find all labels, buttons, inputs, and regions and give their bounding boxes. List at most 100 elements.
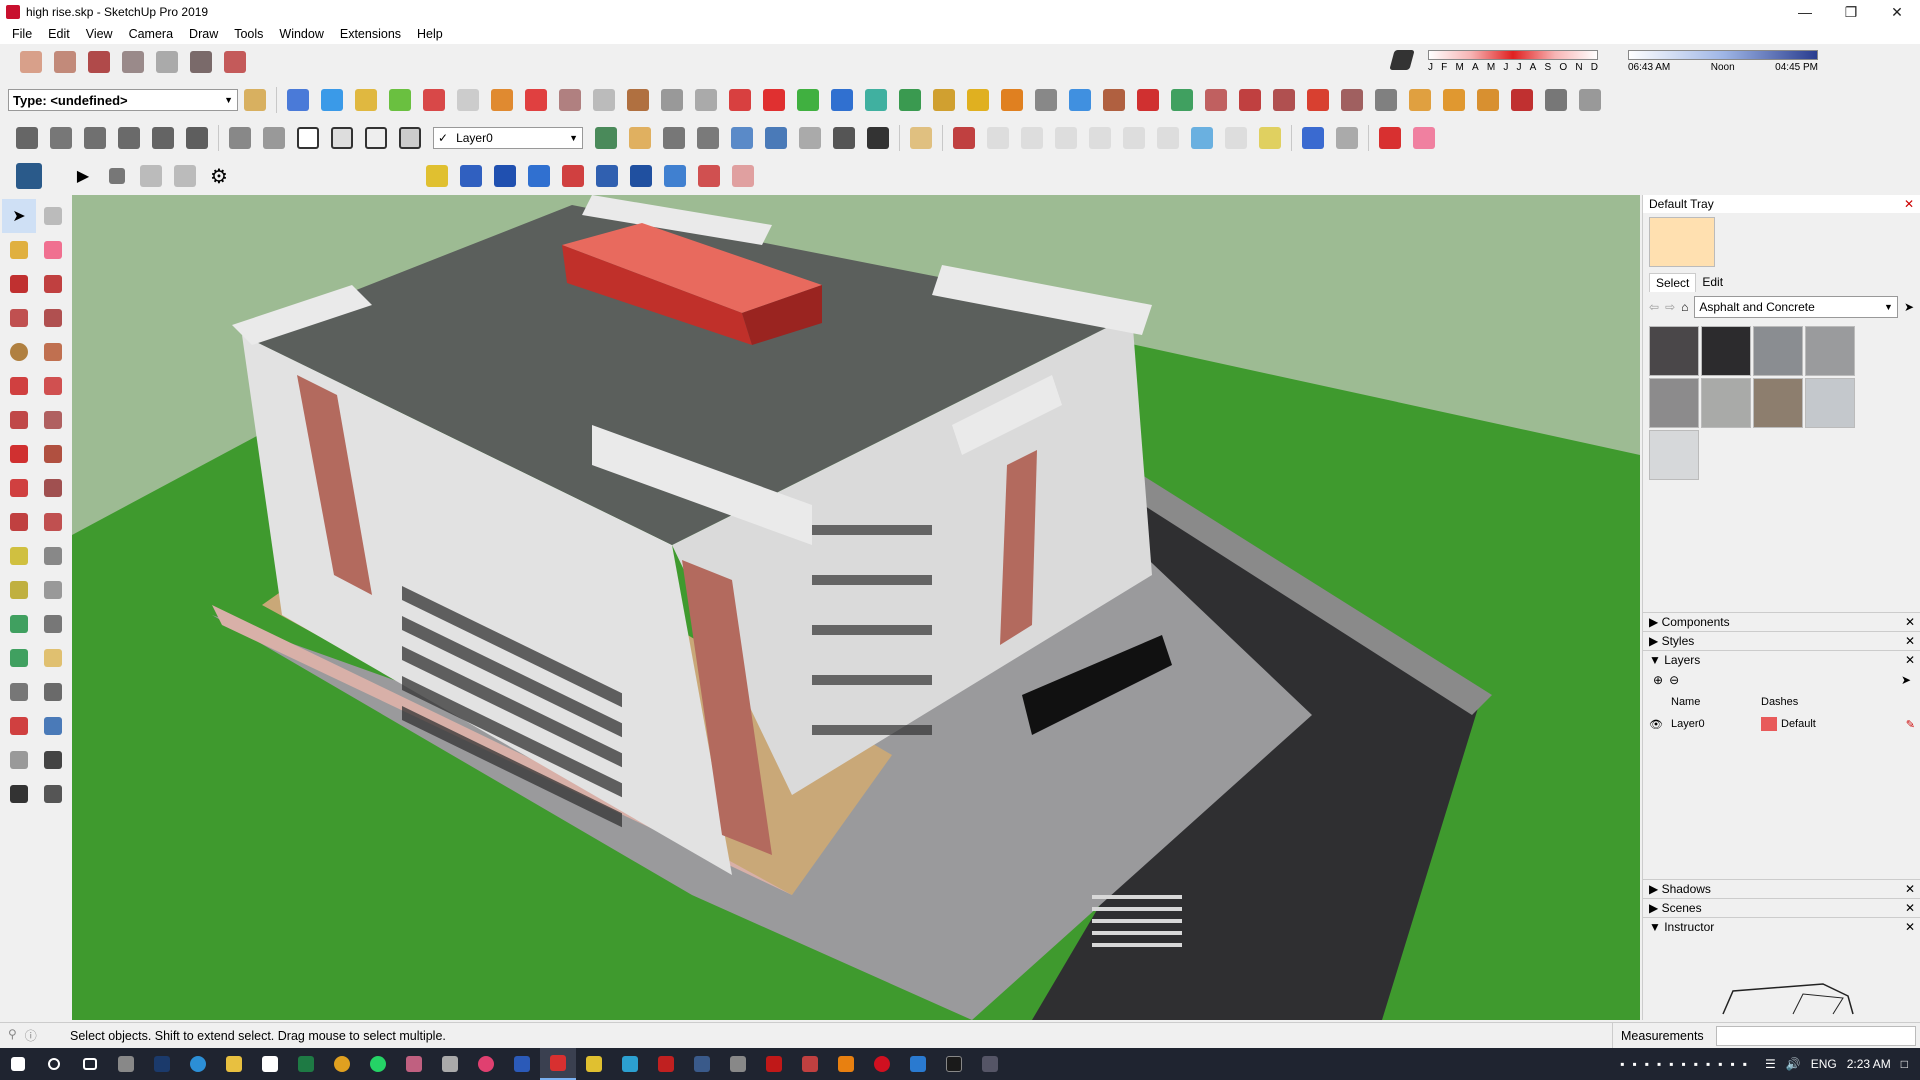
- tool-b-button[interactable]: [317, 85, 347, 115]
- xray-button[interactable]: [225, 123, 255, 153]
- menu-edit[interactable]: Edit: [40, 27, 78, 41]
- taskbar-app-sketchup[interactable]: [540, 1048, 576, 1080]
- freehand-tool[interactable]: [36, 267, 70, 301]
- language-indicator[interactable]: ENG: [1811, 1057, 1837, 1071]
- ext-e-button[interactable]: [558, 161, 588, 191]
- share-model-button[interactable]: [50, 47, 80, 77]
- forward-arrow-icon[interactable]: ⇨: [1665, 300, 1675, 314]
- material-swatch[interactable]: [1649, 378, 1699, 428]
- tool-p-button[interactable]: [793, 85, 823, 115]
- material-swatch[interactable]: [1753, 326, 1803, 376]
- tool-al-button[interactable]: [1541, 85, 1571, 115]
- tool-o-button[interactable]: [759, 85, 789, 115]
- shape-l-button[interactable]: [1375, 123, 1405, 153]
- tool-ae-button[interactable]: [1303, 85, 1333, 115]
- tool-k-button[interactable]: [623, 85, 653, 115]
- shape-d-button[interactable]: [1085, 123, 1115, 153]
- tool-j-button[interactable]: [589, 85, 619, 115]
- tool-w-button[interactable]: [1031, 85, 1061, 115]
- previous-tool[interactable]: [36, 709, 70, 743]
- tool-e-button[interactable]: [419, 85, 449, 115]
- menu-help[interactable]: Help: [409, 27, 451, 41]
- panel-shadows[interactable]: ▶ Shadows ✕: [1643, 879, 1920, 898]
- minimize-button[interactable]: —: [1782, 0, 1828, 24]
- extension-warehouse-button[interactable]: [84, 47, 114, 77]
- zoom-window-button[interactable]: [693, 123, 723, 153]
- menu-tools[interactable]: Tools: [226, 27, 271, 41]
- classifier-button[interactable]: [240, 85, 270, 115]
- ext-g-button[interactable]: [626, 161, 656, 191]
- hidden-line-button[interactable]: [327, 123, 357, 153]
- shape-b-button[interactable]: [1017, 123, 1047, 153]
- tool-ad-button[interactable]: [1269, 85, 1299, 115]
- material-collection-dropdown[interactable]: Asphalt and Concrete ▼: [1694, 296, 1898, 318]
- delete-layer-icon[interactable]: ⊖: [1669, 673, 1679, 687]
- three-point-arc-tool[interactable]: [2, 403, 36, 437]
- position-camera-tool[interactable]: [2, 743, 36, 777]
- material-swatch[interactable]: [1649, 326, 1699, 376]
- panel-styles[interactable]: ▶ Styles ✕: [1643, 631, 1920, 650]
- ext-h-button[interactable]: [660, 161, 690, 191]
- tool-s-button[interactable]: [895, 85, 925, 115]
- eye-icon[interactable]: 👁: [1649, 718, 1671, 731]
- month-slider[interactable]: J F M A M J J A S O N D: [1428, 48, 1598, 76]
- taskbar-app-f[interactable]: [684, 1048, 720, 1080]
- taskbar-app-vlc[interactable]: [828, 1048, 864, 1080]
- shape-k-button[interactable]: [1332, 123, 1362, 153]
- make-component-tool[interactable]: [36, 199, 70, 233]
- tool-y-button[interactable]: [1099, 85, 1129, 115]
- tool-af-button[interactable]: [1337, 85, 1367, 115]
- zoom-extents-button[interactable]: [727, 123, 757, 153]
- eraser-button[interactable]: [1409, 123, 1439, 153]
- tool-t-button[interactable]: [929, 85, 959, 115]
- taskbar-app-h[interactable]: [792, 1048, 828, 1080]
- taskbar-app-c[interactable]: [468, 1048, 504, 1080]
- position-camera-button[interactable]: [795, 123, 825, 153]
- taskbar-app-autocad[interactable]: [648, 1048, 684, 1080]
- tool-u-button[interactable]: [963, 85, 993, 115]
- taskbar-app-calculator[interactable]: [108, 1048, 144, 1080]
- tool-ag-button[interactable]: [1371, 85, 1401, 115]
- tab-select[interactable]: Select: [1649, 273, 1697, 292]
- tool-f-button[interactable]: [453, 85, 483, 115]
- tool-g-button[interactable]: [487, 85, 517, 115]
- sandbox-button[interactable]: [118, 47, 148, 77]
- ext-b-button[interactable]: [456, 161, 486, 191]
- material-swatch[interactable]: [1805, 378, 1855, 428]
- tool-x-button[interactable]: [1065, 85, 1095, 115]
- geo-location-icon[interactable]: ⚲: [8, 1027, 17, 1044]
- menu-file[interactable]: File: [4, 27, 40, 41]
- close-icon[interactable]: ✕: [1904, 197, 1914, 211]
- taskbar-app-b[interactable]: [432, 1048, 468, 1080]
- notification-icon[interactable]: □: [1901, 1057, 1908, 1071]
- tool-ai-button[interactable]: [1439, 85, 1469, 115]
- shaded-button[interactable]: [361, 123, 391, 153]
- section-plane-tool[interactable]: [2, 641, 36, 675]
- 3d-viewport[interactable]: [72, 195, 1640, 1020]
- pan-button[interactable]: [625, 123, 655, 153]
- two-point-arc-tool[interactable]: [36, 369, 70, 403]
- material-swatch[interactable]: [1753, 378, 1803, 428]
- wireframe-button[interactable]: [293, 123, 323, 153]
- info-icon[interactable]: ⓘ: [25, 1027, 37, 1044]
- follow-me-tool[interactable]: [36, 471, 70, 505]
- material-swatch[interactable]: [1649, 430, 1699, 480]
- tool-ab-button[interactable]: [1201, 85, 1231, 115]
- eraser-tool[interactable]: [36, 233, 70, 267]
- material-swatch[interactable]: [1805, 326, 1855, 376]
- add-layer-icon[interactable]: ⊕: [1653, 673, 1663, 687]
- style-builder-button[interactable]: [220, 47, 250, 77]
- panel-scenes[interactable]: ▶ Scenes ✕: [1643, 898, 1920, 917]
- left-view-button[interactable]: [182, 123, 212, 153]
- time-slider[interactable]: 06:43 AM Noon 04:45 PM: [1628, 48, 1818, 76]
- taskbar-app-a[interactable]: [396, 1048, 432, 1080]
- taskbar-app-g[interactable]: [720, 1048, 756, 1080]
- tool-c-button[interactable]: [351, 85, 381, 115]
- menu-window[interactable]: Window: [271, 27, 331, 41]
- menu-draw[interactable]: Draw: [181, 27, 226, 41]
- details-arrow-icon[interactable]: ➤: [1904, 300, 1914, 314]
- rotate-tool[interactable]: [2, 471, 36, 505]
- shadow-toggle-icon[interactable]: [1389, 50, 1415, 70]
- ext-d-button[interactable]: [524, 161, 554, 191]
- taskbar-app-e[interactable]: [612, 1048, 648, 1080]
